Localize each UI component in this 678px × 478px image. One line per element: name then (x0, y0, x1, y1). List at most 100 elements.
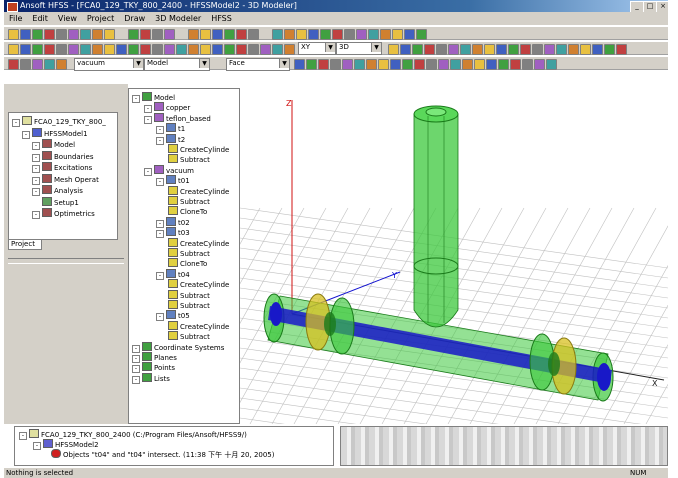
toolbar-button[interactable] (366, 59, 377, 70)
toolbar-button[interactable] (498, 59, 509, 70)
toolbar-button[interactable] (236, 44, 247, 55)
tree-item[interactable]: - Optimetrics (32, 208, 95, 219)
toolbar-button[interactable] (416, 29, 427, 40)
toolbar-button[interactable] (248, 29, 259, 40)
toolbar-button[interactable] (344, 29, 355, 40)
toolbar-button[interactable] (616, 44, 627, 55)
tree-item[interactable]: CreateCylinde (168, 237, 229, 249)
toolbar-button[interactable] (392, 29, 403, 40)
toolbar-button[interactable] (474, 59, 485, 70)
toolbar-button[interactable] (294, 59, 305, 70)
toolbar-button[interactable] (80, 44, 91, 55)
tree-item[interactable]: Subtract (168, 154, 210, 165)
toolbar-button[interactable] (32, 59, 43, 70)
expand-icon[interactable]: - (156, 178, 164, 187)
toolbar-button[interactable] (152, 44, 163, 55)
toolbar-button[interactable] (224, 44, 235, 55)
toolbar-button[interactable] (188, 29, 199, 40)
tree-item[interactable]: - Boundaries (32, 150, 93, 162)
toolbar-button[interactable] (56, 29, 67, 40)
toolbar-button[interactable] (20, 29, 31, 40)
toolbar-button[interactable] (32, 29, 43, 40)
tree-item[interactable]: - HFSSModel1 (22, 127, 88, 139)
toolbar-button[interactable] (380, 29, 391, 40)
toolbar-button[interactable] (604, 44, 615, 55)
material-combo[interactable]: vacuum ▼ (74, 58, 144, 71)
toolbar-button[interactable] (436, 44, 447, 55)
toolbar-button[interactable] (272, 29, 283, 40)
toolbar-button[interactable] (140, 29, 151, 40)
toolbar-button[interactable] (212, 44, 223, 55)
toolbar-button[interactable] (260, 44, 271, 55)
toolbar-button[interactable] (378, 59, 389, 70)
toolbar-button[interactable] (496, 44, 507, 55)
tree-item[interactable]: CloneTo (168, 258, 207, 269)
toolbar-button[interactable] (330, 59, 341, 70)
toolbar-button[interactable] (44, 59, 55, 70)
expand-icon[interactable]: - (32, 188, 40, 196)
expand-icon[interactable]: - (32, 176, 40, 185)
toolbar-button[interactable] (520, 44, 531, 55)
toolbar-button[interactable] (284, 29, 295, 40)
toolbar-button[interactable] (306, 59, 317, 70)
toolbar-button[interactable] (356, 29, 367, 40)
toolbar-button[interactable] (212, 29, 223, 40)
toolbar-button[interactable] (248, 44, 259, 55)
toolbar-button[interactable] (388, 44, 399, 55)
toolbar-button[interactable] (164, 29, 175, 40)
toolbar-button[interactable] (414, 59, 425, 70)
toolbar-button[interactable] (412, 44, 423, 55)
toolbar-button[interactable] (532, 44, 543, 55)
tree-item[interactable]: - Coordinate Systems (132, 341, 224, 353)
toolbar-button[interactable] (104, 44, 115, 55)
tree-item[interactable]: CloneTo (168, 206, 207, 217)
tree-item[interactable]: Subtract (168, 196, 210, 207)
expand-icon[interactable]: - (32, 142, 40, 150)
expand-icon[interactable]: - (32, 165, 40, 173)
tree-item[interactable]: - Model (32, 139, 75, 150)
tree-item[interactable]: Subtract (168, 300, 210, 311)
expand-icon[interactable]: - (156, 313, 164, 322)
toolbar-button[interactable] (176, 44, 187, 55)
expand-icon[interactable]: - (144, 167, 152, 176)
toolbar-button[interactable] (568, 44, 579, 55)
tree-item[interactable]: - vacuum (144, 164, 194, 176)
tree-item[interactable]: - Points (132, 362, 175, 374)
tree-item[interactable]: CreateCylinde (168, 279, 229, 290)
tree-item[interactable]: - t2 (156, 133, 185, 145)
toolbar-button[interactable] (546, 59, 557, 70)
menu-hfss[interactable]: HFSS (206, 12, 237, 25)
toolbar-button[interactable] (236, 29, 247, 40)
toolbar-button[interactable] (8, 29, 19, 40)
toolbar-button[interactable] (426, 59, 437, 70)
tree-item[interactable]: - t02 (156, 216, 190, 228)
toolbar-button[interactable] (32, 44, 43, 55)
toolbar-button[interactable] (20, 59, 31, 70)
expand-icon[interactable]: - (132, 95, 140, 103)
tree-item[interactable]: Subtract (168, 248, 210, 259)
toolbar-button[interactable] (164, 44, 175, 55)
toolbar-button[interactable] (104, 29, 115, 40)
tree-item[interactable]: Setup1 (42, 196, 79, 208)
expand-icon[interactable]: - (12, 119, 20, 127)
expand-icon[interactable]: - (32, 211, 40, 219)
toolbar-button[interactable] (152, 29, 163, 40)
tree-item[interactable]: CreateCylinde (168, 185, 229, 197)
tree-item[interactable]: - t05 (156, 310, 190, 322)
toolbar-button[interactable] (354, 59, 365, 70)
toolbar-button[interactable] (462, 59, 473, 70)
toolbar-button[interactable] (534, 59, 545, 70)
toolbar-button[interactable] (472, 44, 483, 55)
tree-item[interactable]: - Mesh Operat (32, 173, 99, 185)
toolbar-button[interactable] (92, 29, 103, 40)
material-mode-combo[interactable]: Model ▼ (144, 58, 210, 71)
toolbar-button[interactable] (200, 29, 211, 40)
expand-icon[interactable]: - (156, 136, 164, 145)
toolbar-button[interactable] (20, 44, 31, 55)
maximize-button[interactable]: □ (643, 1, 657, 12)
toolbar-button[interactable] (200, 44, 211, 55)
expand-icon[interactable]: - (156, 230, 164, 239)
tree-item[interactable]: - Lists (132, 372, 170, 384)
toolbar-button[interactable] (56, 59, 67, 70)
tree-item[interactable]: - Model (132, 92, 175, 103)
